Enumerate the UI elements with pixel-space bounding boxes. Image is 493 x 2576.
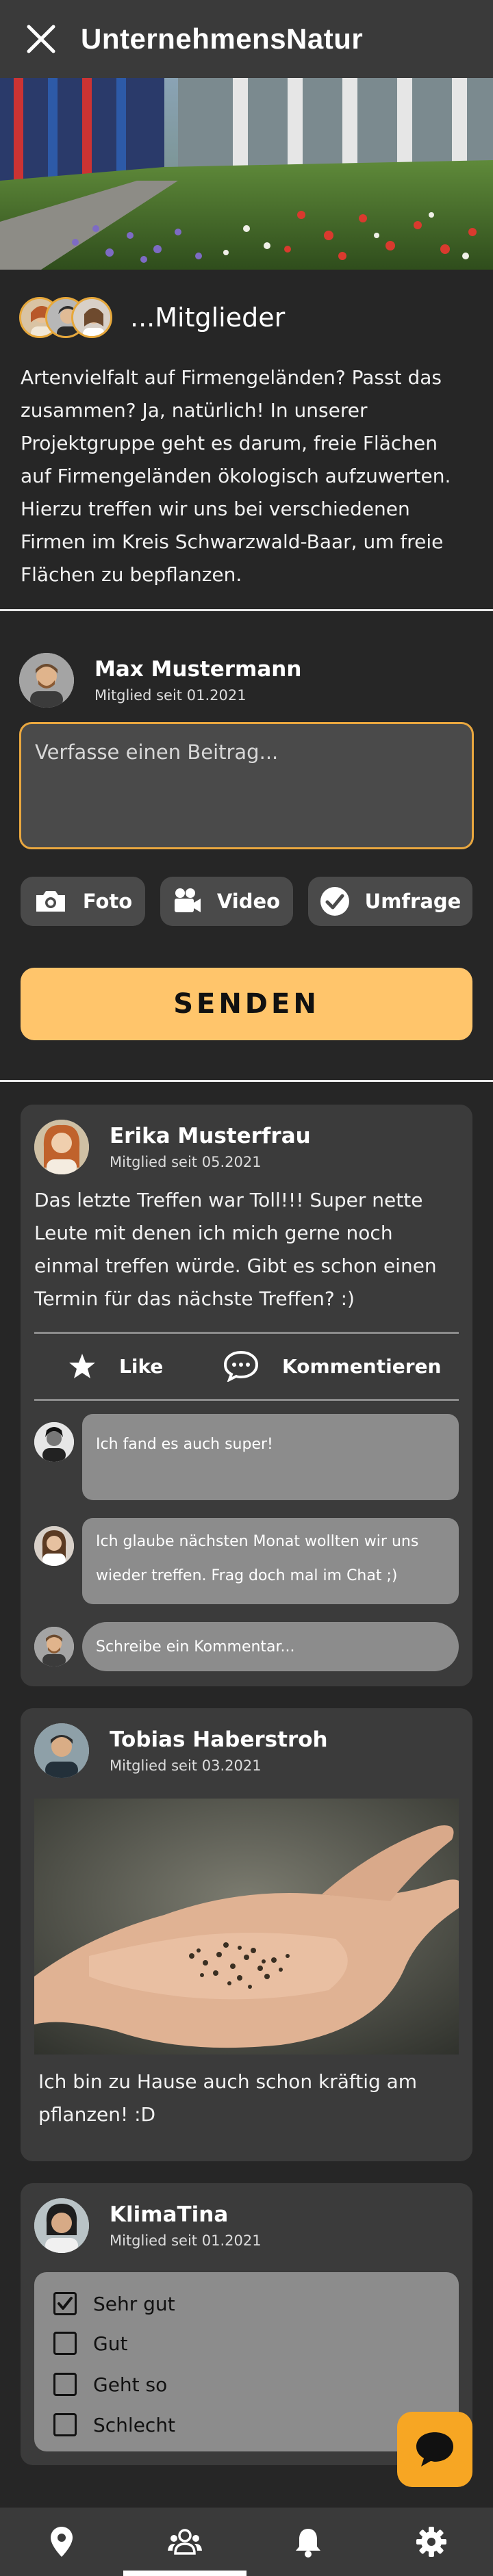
group-hero-image [0, 78, 493, 270]
close-button[interactable] [21, 18, 62, 60]
nav-notifications[interactable] [246, 2508, 370, 2576]
comment-text: Ich glaube nächsten Monat wollten wir un… [82, 1518, 459, 1604]
photo-button[interactable]: Foto [21, 877, 145, 926]
star-icon [68, 1352, 96, 1380]
poll-option-label: Sehr gut [93, 2292, 175, 2315]
post-author: KlimaTina Mitglied seit 01.2021 [34, 2198, 262, 2253]
comment-composer [34, 1622, 459, 1671]
chat-button[interactable] [397, 2412, 472, 2487]
poll-option[interactable]: Gut [53, 2330, 127, 2357]
author-name: KlimaTina [110, 2202, 229, 2227]
post-author: Erika Musterfrau Mitglied seit 05.2021 [34, 1120, 311, 1174]
member-avatar [71, 297, 112, 338]
poll-option-label: Gut [93, 2332, 128, 2355]
avatar [34, 1627, 74, 1666]
comment-button[interactable]: Kommentieren [223, 1344, 441, 1388]
divider [0, 1080, 493, 1082]
poll-option-label: Geht so [93, 2373, 168, 2396]
poll-option[interactable]: Geht so [53, 2371, 167, 2398]
post-text: Ich bin zu Hause auch schon kräftig am p… [38, 2070, 418, 2126]
divider [34, 1332, 459, 1334]
checkbox-icon[interactable] [53, 2413, 77, 2436]
avatar [34, 1422, 74, 1462]
nav-groups[interactable] [123, 2508, 246, 2576]
group-icon [168, 2529, 202, 2555]
bell-icon [296, 2529, 320, 2558]
avatar [34, 2198, 89, 2253]
member-since: Mitglied seit 03.2021 [110, 1757, 262, 1774]
video-label: Video [216, 890, 281, 913]
members-row[interactable]: ...Mitglieder [19, 296, 285, 339]
poll-label: Umfrage [364, 890, 462, 913]
poll-options: Sehr gut Gut Geht so Schlecht [34, 2272, 459, 2451]
divider [34, 1399, 459, 1401]
comment-input[interactable] [82, 1622, 459, 1671]
composer-user: Max Mustermann Mitglied seit 01.2021 [19, 653, 301, 708]
nav-map[interactable] [0, 2508, 123, 2576]
divider [0, 609, 493, 611]
members-label: ...Mitglieder [130, 302, 286, 333]
author-name: Erika Musterfrau [110, 1124, 311, 1148]
like-label: Like [119, 1354, 164, 1378]
active-tab-indicator [123, 2571, 246, 2576]
app-title: UnternehmensNatur [81, 23, 364, 55]
member-since: Mitglied seit 01.2021 [110, 2232, 262, 2249]
comment-label: Kommentieren [282, 1354, 442, 1378]
chat-bubble-icon [416, 2432, 453, 2466]
avatar [34, 1723, 89, 1778]
comment: Ich glaube nächsten Monat wollten wir un… [34, 1518, 459, 1604]
poll-option[interactable]: Schlecht [53, 2411, 175, 2438]
avatar [34, 1526, 74, 1566]
post-text: Das letzte Treffen war Toll!!! Super net… [34, 1189, 437, 1310]
comment-bubble-icon [223, 1350, 259, 1382]
send-button[interactable]: SENDEN [21, 968, 472, 1040]
checkbox-icon[interactable] [53, 2373, 77, 2396]
bottom-nav [0, 2508, 493, 2576]
like-button[interactable]: Like [68, 1344, 163, 1388]
author-name: Tobias Haberstroh [110, 1727, 328, 1752]
checkbox-checked-icon[interactable] [53, 2292, 77, 2315]
group-description: Artenvielfalt auf Firmengeländen? Passt … [21, 366, 451, 586]
avatar [19, 653, 74, 708]
member-since: Mitglied seit 01.2021 [94, 687, 246, 704]
check-circle-icon [320, 886, 350, 916]
poll-option-label: Schlecht [93, 2413, 176, 2436]
post-image [34, 1799, 459, 2055]
app-bar: UnternehmensNatur [0, 0, 493, 78]
post-card: Erika Musterfrau Mitglied seit 05.2021 D… [21, 1105, 472, 1686]
avatar [34, 1120, 89, 1174]
gear-icon [416, 2527, 446, 2557]
comment: Ich fand es auch super! [34, 1414, 459, 1500]
poll-option[interactable]: Sehr gut [53, 2290, 175, 2317]
camera-icon [34, 888, 68, 914]
close-icon [27, 25, 55, 53]
post-input[interactable] [19, 722, 474, 849]
post-author: Tobias Haberstroh Mitglied seit 03.2021 [34, 1723, 328, 1778]
user-name: Max Mustermann [94, 657, 302, 682]
poll-button[interactable]: Umfrage [308, 877, 472, 926]
location-pin-icon [51, 2527, 73, 2557]
nav-settings[interactable] [370, 2508, 493, 2576]
member-since: Mitglied seit 05.2021 [110, 1154, 262, 1170]
video-button[interactable]: Video [160, 877, 293, 926]
video-camera-icon [173, 888, 202, 915]
checkbox-icon[interactable] [53, 2332, 77, 2355]
comment-text: Ich fand es auch super! [82, 1414, 459, 1500]
post-card: Tobias Haberstroh Mitglied seit 03.2021 [21, 1708, 472, 2161]
photo-label: Foto [82, 890, 133, 913]
